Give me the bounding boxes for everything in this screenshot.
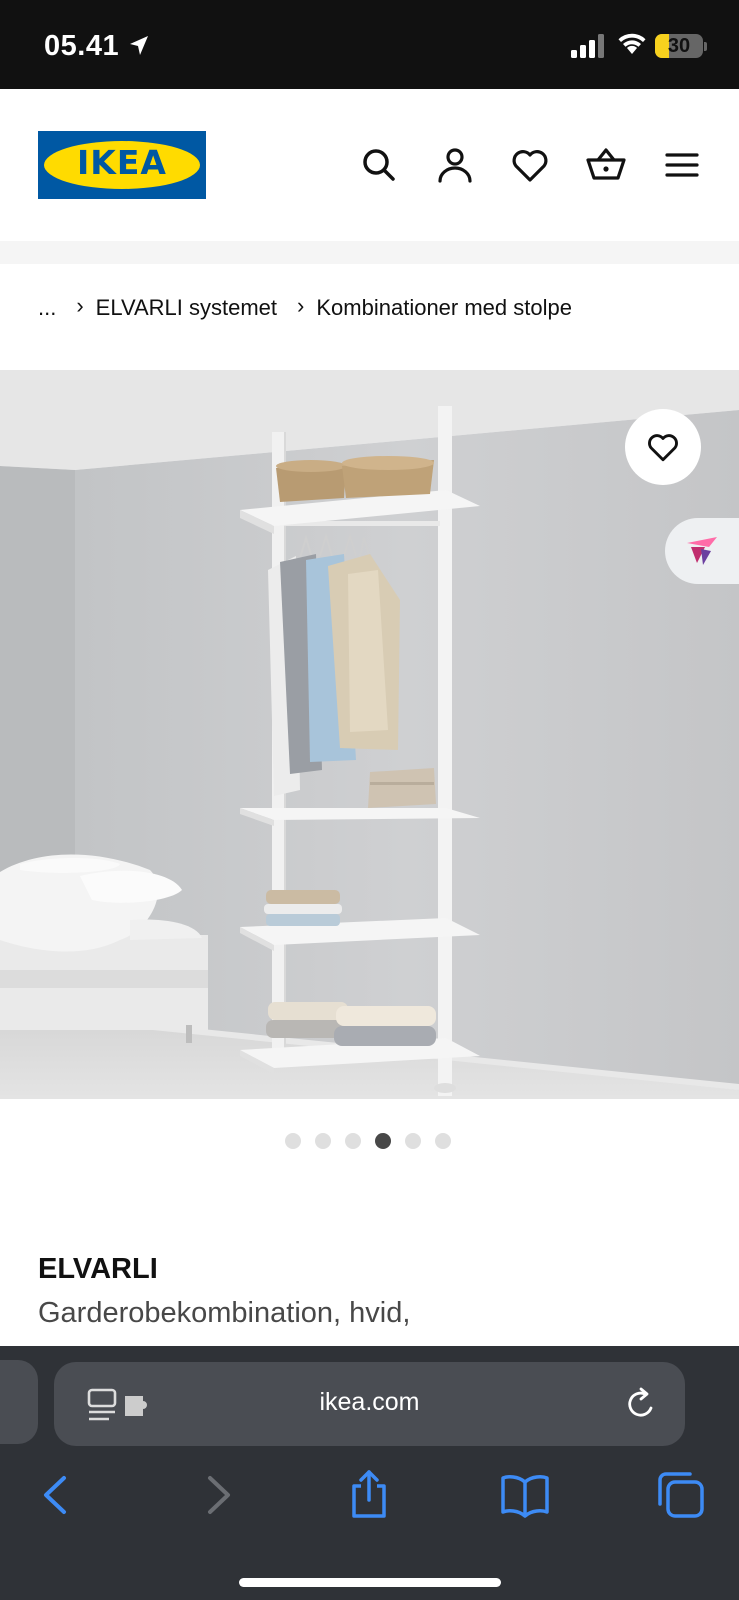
logo-text: IKEA bbox=[77, 143, 167, 182]
basket-icon[interactable] bbox=[586, 145, 626, 185]
home-indicator[interactable] bbox=[239, 1578, 501, 1587]
assistant-tab[interactable] bbox=[665, 518, 739, 584]
bookmarks-icon[interactable] bbox=[500, 1470, 550, 1520]
header-divider bbox=[0, 241, 739, 264]
carousel-indicator[interactable] bbox=[285, 1133, 451, 1149]
breadcrumb-item-elvarli-systemet[interactable]: ELVARLI systemet bbox=[96, 295, 277, 321]
carousel-dot[interactable] bbox=[435, 1133, 451, 1149]
back-arrow-icon[interactable] bbox=[32, 1470, 82, 1520]
breadcrumb: ... › ELVARLI systemet › Kombinationer m… bbox=[38, 290, 572, 326]
favorite-button[interactable] bbox=[625, 409, 701, 485]
status-bar: 05.41 30 bbox=[0, 0, 739, 89]
cellular-signal-icon bbox=[571, 34, 604, 58]
carousel-dot[interactable] bbox=[375, 1133, 391, 1149]
battery-icon: 30 bbox=[655, 34, 703, 58]
breadcrumb-item-kombinationer[interactable]: Kombinationer med stolpe bbox=[316, 295, 572, 321]
product-image[interactable] bbox=[0, 370, 739, 1099]
chevron-right-icon: › bbox=[297, 293, 305, 318]
heart-icon[interactable] bbox=[510, 145, 550, 185]
carousel-dot[interactable] bbox=[345, 1133, 361, 1149]
search-icon[interactable] bbox=[359, 145, 399, 185]
browser-toolbar: ikea.com bbox=[0, 1346, 739, 1600]
previous-tab-preview[interactable] bbox=[0, 1360, 38, 1444]
product-name: ELVARLI bbox=[38, 1253, 158, 1285]
menu-icon[interactable] bbox=[662, 145, 702, 185]
battery-level: 30 bbox=[667, 35, 691, 57]
status-time: 05.41 bbox=[44, 30, 120, 62]
battery-nub bbox=[704, 42, 707, 51]
site-header: IKEA bbox=[0, 89, 739, 241]
reload-icon[interactable] bbox=[624, 1386, 658, 1422]
carousel-dot[interactable] bbox=[315, 1133, 331, 1149]
heart-icon bbox=[648, 434, 678, 462]
forward-arrow-icon[interactable] bbox=[192, 1470, 242, 1520]
ikea-logo[interactable]: IKEA bbox=[38, 131, 206, 199]
chevron-right-icon: › bbox=[76, 293, 84, 318]
breadcrumb-item-ellipsis[interactable]: ... bbox=[38, 295, 56, 321]
carousel-dot[interactable] bbox=[285, 1133, 301, 1149]
carousel-dot[interactable] bbox=[405, 1133, 421, 1149]
assistant-logo-icon bbox=[687, 537, 717, 565]
product-photo bbox=[0, 370, 739, 1099]
address-bar[interactable]: ikea.com bbox=[54, 1362, 685, 1446]
product-description: Garderobekombination, hvid, bbox=[38, 1297, 411, 1329]
tabs-icon[interactable] bbox=[656, 1470, 706, 1520]
location-arrow-icon bbox=[130, 36, 148, 55]
share-icon[interactable] bbox=[344, 1470, 394, 1520]
wifi-icon bbox=[618, 33, 646, 54]
account-icon[interactable] bbox=[435, 145, 475, 185]
url-text: ikea.com bbox=[319, 1388, 420, 1416]
